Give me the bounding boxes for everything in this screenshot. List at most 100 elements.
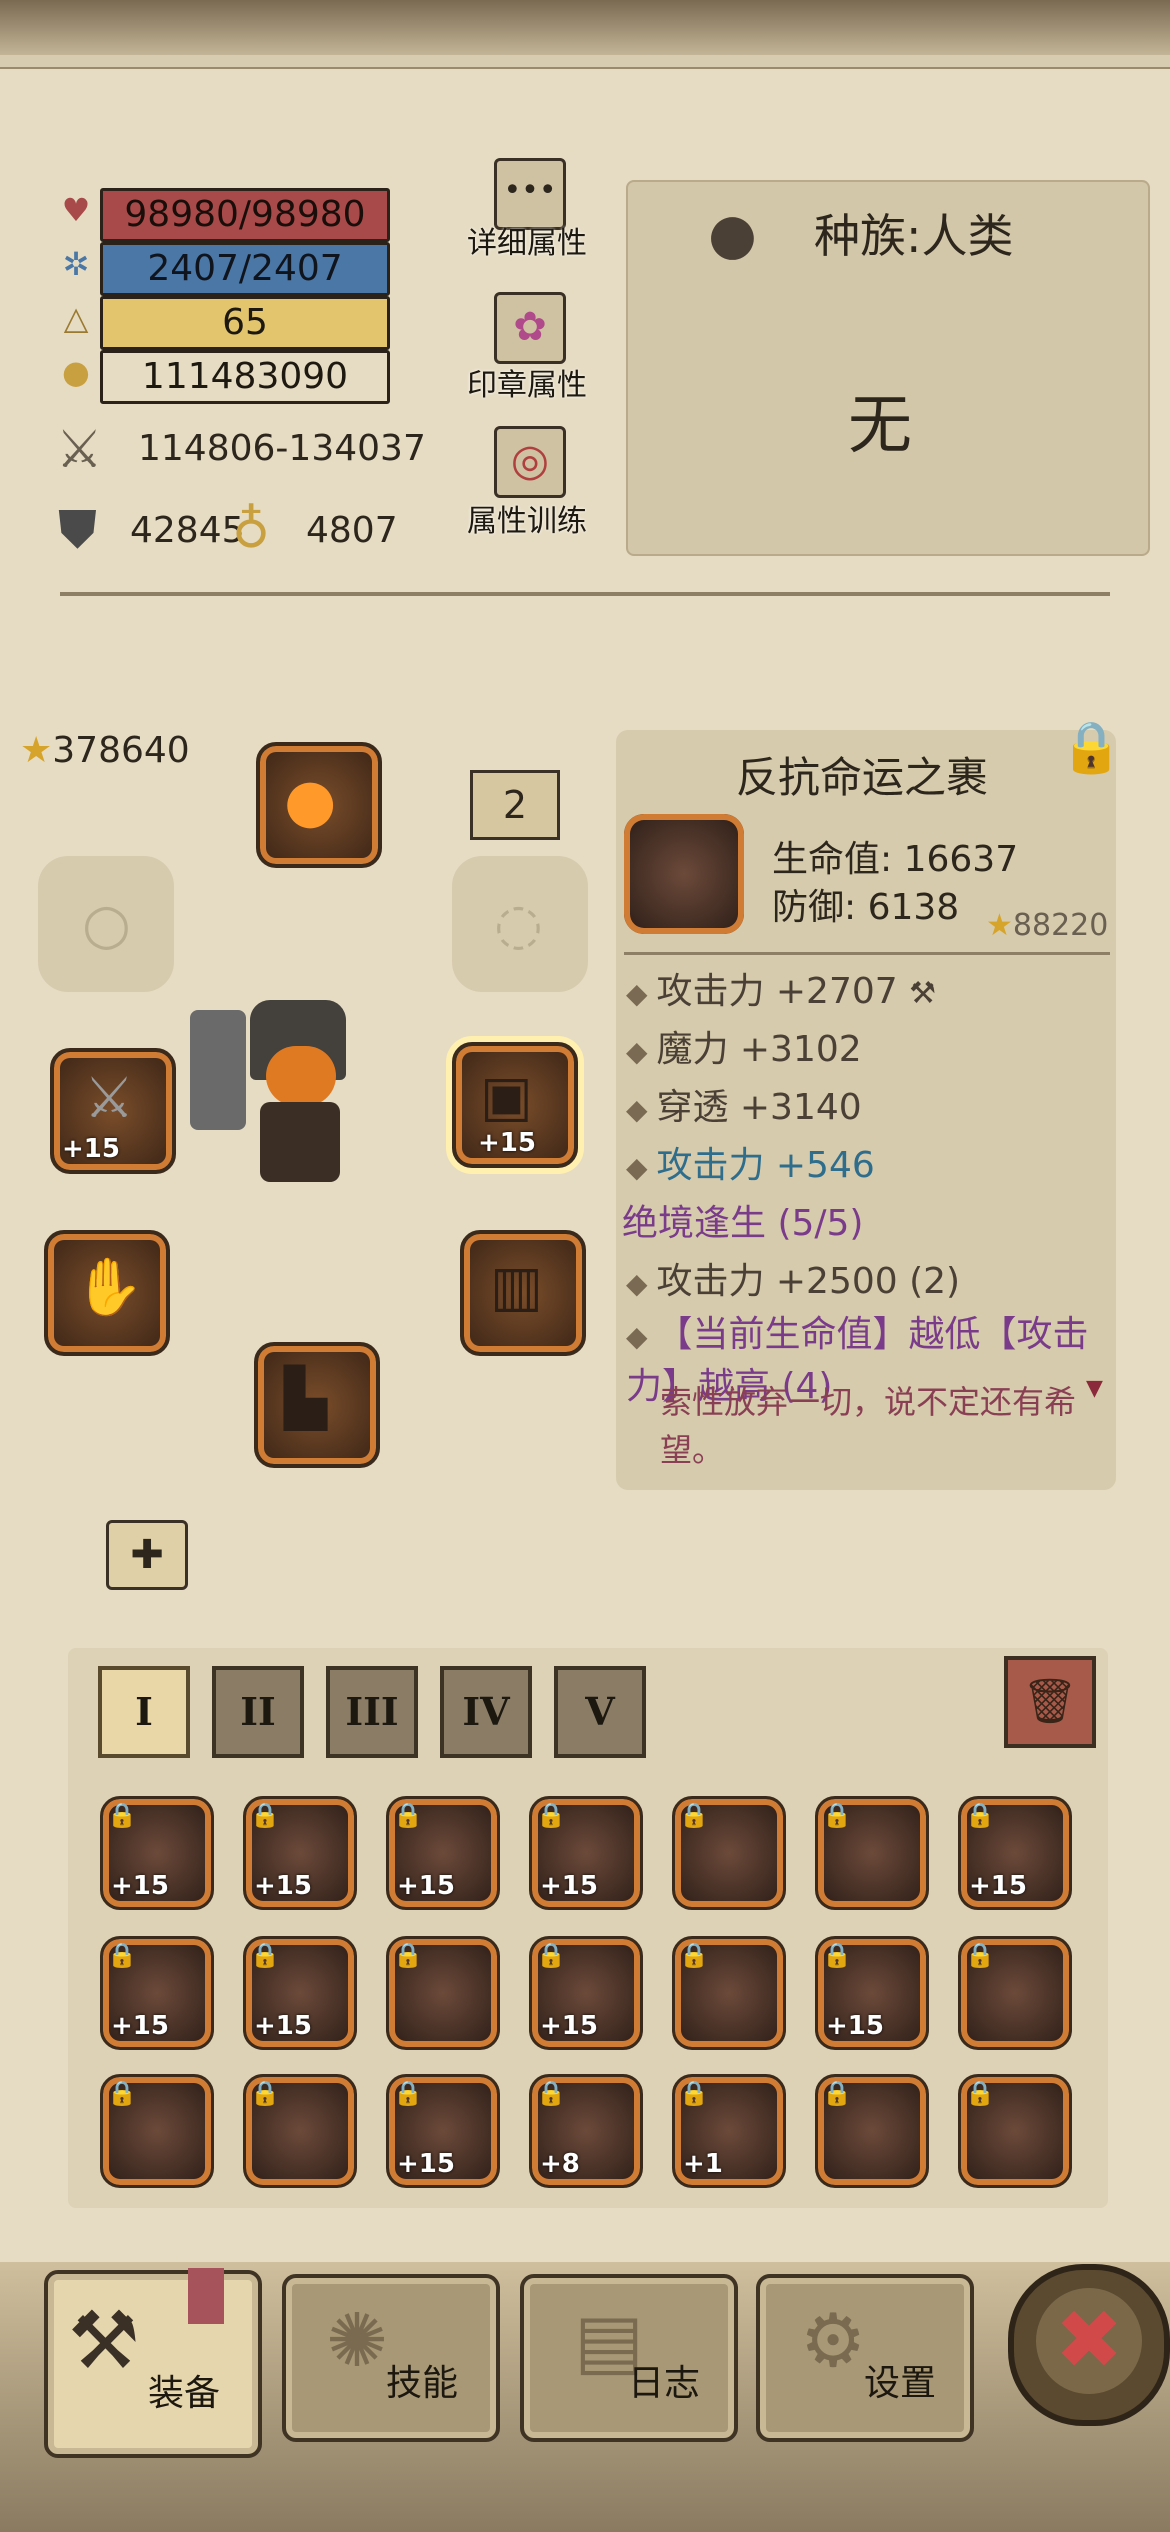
tab-3[interactable]: III	[326, 1666, 418, 1758]
item-score: ★88220	[986, 908, 1109, 943]
inventory-item[interactable]: 🔒 +1	[672, 2074, 786, 2188]
swords-icon: ⚔	[56, 420, 103, 480]
weapon-plus: +15	[62, 1134, 120, 1164]
padlock-icon: 🔒	[679, 2079, 709, 2107]
pumpkin-helmet-icon: ●	[284, 766, 337, 836]
armor-icon: ▣	[480, 1064, 533, 1129]
inventory-item[interactable]: 🔒	[672, 1796, 786, 1910]
padlock-icon: 🔒	[393, 1801, 423, 1829]
training-label: 属性训练	[467, 504, 587, 539]
inventory-item[interactable]: 🔒	[386, 1936, 500, 2050]
inventory-item[interactable]: 🔒	[815, 2074, 929, 2188]
training-button[interactable]: ◎	[494, 426, 566, 498]
power-value: 378640	[52, 730, 190, 771]
shield-icon: ⛊	[58, 500, 98, 560]
padlock-icon: 🔒	[536, 1941, 566, 1969]
sword-icon: ⚔	[84, 1066, 135, 1131]
legs-slot[interactable]: ▥	[460, 1230, 586, 1356]
padlock-icon: 🔒	[965, 2079, 995, 2107]
inventory-item[interactable]: 🔒 +15	[243, 1796, 357, 1910]
padlock-icon: 🔒	[250, 2079, 280, 2107]
inventory-item[interactable]: 🔒 +15	[100, 1796, 214, 1910]
amulet-icon: ◌	[494, 892, 543, 957]
amulet-slot-empty[interactable]: ◌	[452, 856, 588, 992]
skill-icon: ✺	[326, 2298, 389, 2384]
inventory-item[interactable]: 🔒 +15	[386, 1796, 500, 1910]
race-value: 无	[848, 389, 912, 463]
padlock-icon: 🔒	[393, 2079, 423, 2107]
seal-label: 印章属性	[467, 368, 587, 403]
tab-1[interactable]: I	[98, 1666, 190, 1758]
inventory-item[interactable]: 🔒	[243, 2074, 357, 2188]
inventory-item[interactable]: 🔒 +15	[386, 2074, 500, 2188]
gloves-slot[interactable]: ✋	[44, 1230, 170, 1356]
target-icon: ◎	[510, 435, 550, 486]
inventory-item[interactable]: 🔒 +15	[958, 1796, 1072, 1910]
nav-settings[interactable]: ⚙ 设置	[756, 2274, 974, 2442]
axe-icon: ⚒	[68, 2294, 140, 2387]
race-panel: ● 种族:人类 无	[626, 180, 1150, 556]
lock-icon[interactable]: 🔒	[1060, 718, 1122, 776]
level-bar: 65	[100, 296, 390, 350]
add-set-button[interactable]: ✚	[106, 1520, 188, 1590]
padlock-icon: 🔒	[107, 1941, 137, 1969]
seal-button[interactable]: ✿	[494, 292, 566, 364]
boots-slot[interactable]: ▙	[254, 1342, 380, 1468]
inventory-item[interactable]: 🔒	[958, 1936, 1072, 2050]
inventory-item[interactable]: 🔒	[672, 1936, 786, 2050]
slot-count-badge[interactable]: 2	[470, 770, 560, 840]
weapon-slot[interactable]: ⚔ +15	[50, 1048, 176, 1174]
nav-skill[interactable]: ✺ 技能	[282, 2274, 500, 2442]
padlock-icon: 🔒	[822, 1941, 852, 1969]
tab-5[interactable]: V	[554, 1666, 646, 1758]
top-border	[0, 0, 1170, 60]
inventory-item[interactable]: 🔒 +15	[529, 1796, 643, 1910]
inventory-item[interactable]: 🔒 +8	[529, 2074, 643, 2188]
pants-icon: ▥	[490, 1254, 543, 1319]
staff-icon: ♁	[232, 500, 271, 560]
resource-value: 4807	[306, 510, 398, 551]
attr-row-3: ◆ 穿透 +3140	[626, 1087, 862, 1128]
gold-icon: ●	[62, 353, 90, 391]
character-avatar	[190, 990, 370, 1200]
padlock-icon: 🔒	[965, 1801, 995, 1829]
close-button[interactable]: ✖	[1008, 2264, 1170, 2426]
item-divider	[624, 952, 1110, 955]
item-name: 反抗命运之裹	[736, 753, 989, 802]
dots-icon: •••	[503, 173, 557, 208]
padlock-icon: 🔒	[393, 1941, 423, 1969]
padlock-icon: 🔒	[965, 1941, 995, 1969]
paper-edge	[0, 55, 1170, 69]
item-hp: 生命值: 16637	[772, 839, 1019, 880]
inventory-item[interactable]: 🔒	[958, 2074, 1072, 2188]
trash-button[interactable]: 🗑	[1004, 1656, 1096, 1748]
tab-2[interactable]: II	[212, 1666, 304, 1758]
nav-equip[interactable]: ⚒ 装备	[44, 2268, 262, 2458]
inventory-item[interactable]: 🔒 +15	[815, 1936, 929, 2050]
star-icon: ★	[20, 730, 53, 771]
star-icon: ★	[986, 908, 1013, 943]
padlock-icon: 🔒	[536, 2079, 566, 2107]
plus-icon: ✚	[130, 1532, 164, 1578]
hp-bar: 98980/98980	[100, 188, 390, 242]
triangle-down-icon[interactable]: ▼	[1086, 1376, 1103, 1401]
tab-4[interactable]: IV	[440, 1666, 532, 1758]
attr-row-1: ◆ 攻击力 +2707 ⚒	[626, 971, 937, 1012]
inventory-item[interactable]: 🔒 +15	[243, 1936, 357, 2050]
attr-row-2: ◆ 魔力 +3102	[626, 1029, 862, 1070]
power-display: ★378640	[20, 730, 190, 771]
chest-slot-selected[interactable]: ▣ +15	[452, 1042, 578, 1168]
ring-icon: ○	[82, 892, 131, 957]
nav-log[interactable]: ▤ 日志	[520, 2274, 738, 2442]
inventory-item[interactable]: 🔒 +15	[100, 1936, 214, 2050]
race-title: 种族:人类	[814, 209, 1014, 263]
ring-slot-empty[interactable]: ○	[38, 856, 174, 992]
helmet-slot[interactable]: ●	[256, 742, 382, 868]
inventory-item[interactable]: 🔒 +15	[529, 1936, 643, 2050]
section-divider	[60, 592, 1110, 596]
inventory-item[interactable]: 🔒	[100, 2074, 214, 2188]
padlock-icon: 🔒	[822, 2079, 852, 2107]
heart-icon: ♥	[61, 191, 91, 229]
inventory-item[interactable]: 🔒	[815, 1796, 929, 1910]
boots-icon: ▙	[284, 1366, 328, 1431]
